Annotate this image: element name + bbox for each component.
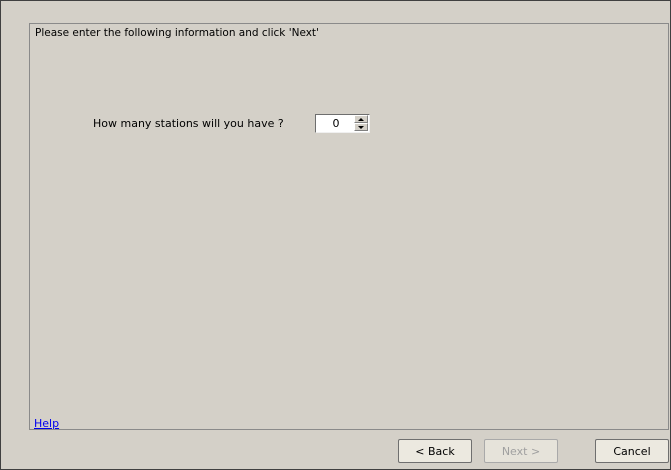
- next-button[interactable]: Next >: [484, 439, 558, 463]
- stations-spinner[interactable]: [315, 114, 370, 133]
- spin-down-button[interactable]: [354, 123, 368, 131]
- instructions-text: Please enter the following information a…: [35, 27, 319, 39]
- stations-label: How many stations will you have ?: [93, 117, 284, 130]
- stations-input[interactable]: [321, 115, 351, 132]
- back-button[interactable]: < Back: [398, 439, 472, 463]
- content-panel: Please enter the following information a…: [29, 23, 669, 430]
- triangle-up-icon: [358, 117, 364, 121]
- triangle-down-icon: [358, 125, 364, 129]
- wizard-window: Please enter the following information a…: [0, 0, 671, 470]
- cancel-button[interactable]: Cancel: [595, 439, 669, 463]
- help-link[interactable]: Help: [34, 417, 59, 430]
- spin-up-button[interactable]: [354, 115, 368, 123]
